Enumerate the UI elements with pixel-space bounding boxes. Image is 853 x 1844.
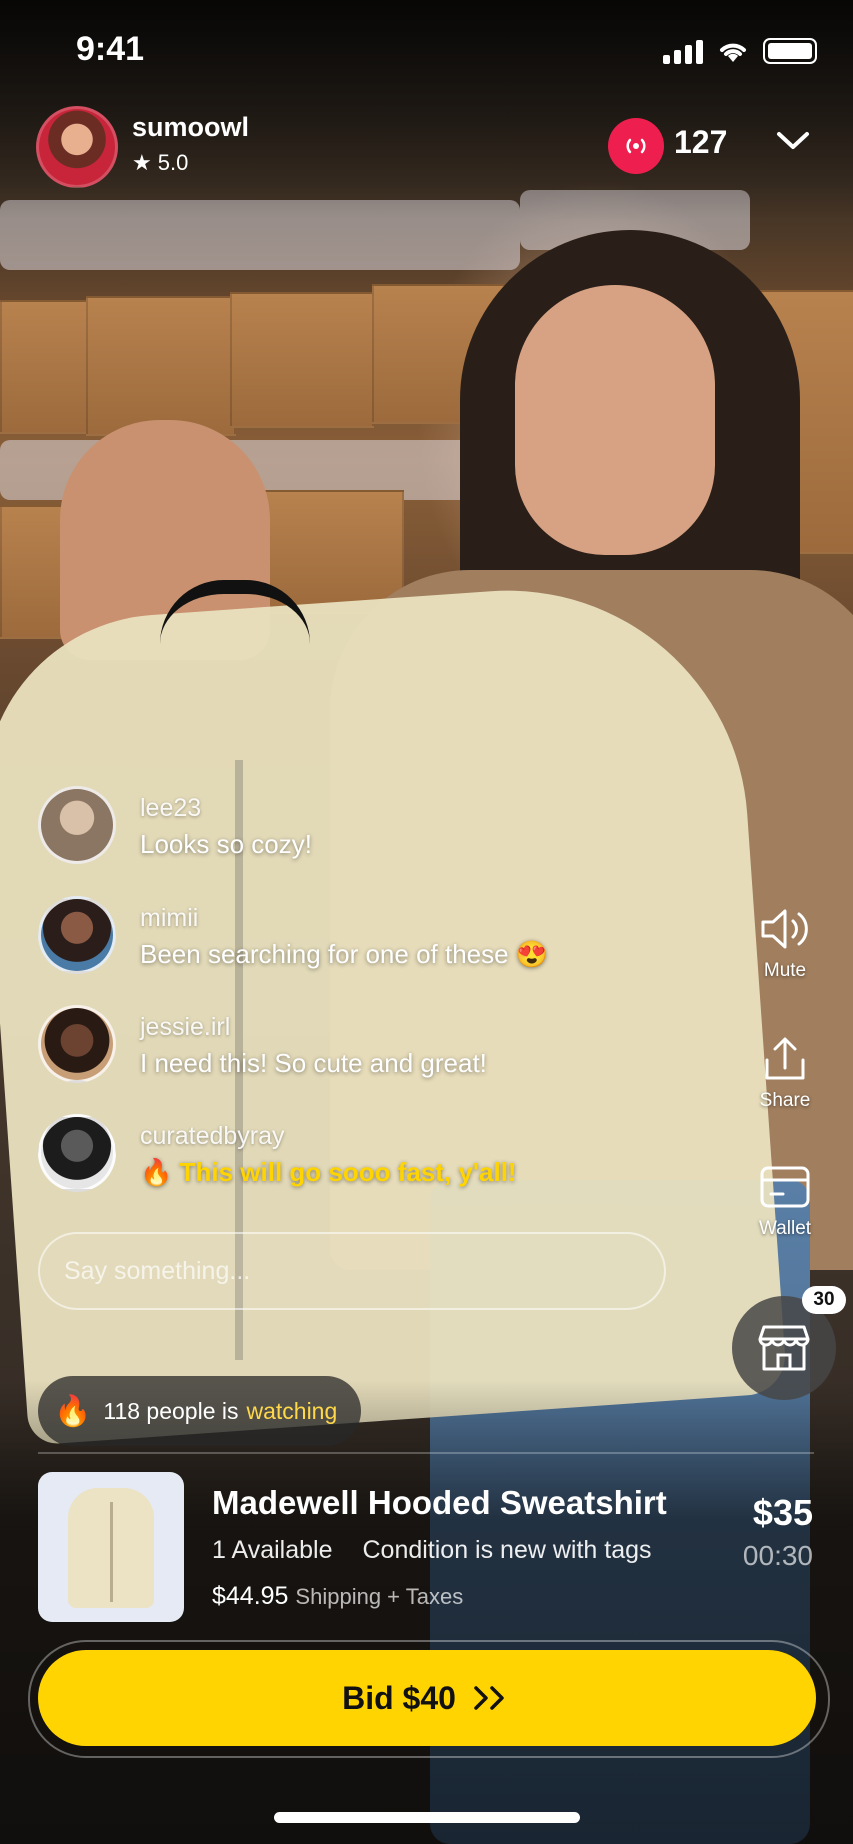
shipping-price: $44.95	[212, 1582, 289, 1610]
divider	[38, 1452, 814, 1454]
host-rating: ★ 5.0	[132, 150, 188, 176]
status-time: 9:41	[76, 30, 145, 68]
current-price: $35	[752, 1492, 813, 1533]
chat-username[interactable]: mimii	[140, 904, 548, 933]
product-image[interactable]	[38, 1472, 184, 1622]
watching-badge: 🔥 118 people is watching	[38, 1376, 362, 1446]
chat-input[interactable]	[38, 1232, 666, 1310]
chat-text: Been searching for one of these 😍	[140, 939, 549, 969]
store-icon	[758, 1325, 810, 1371]
watching-accent: watching	[246, 1397, 338, 1424]
auction-timer: 00:30	[742, 1540, 813, 1571]
host-name[interactable]: sumoowl	[132, 112, 249, 143]
viewer-count: 127	[674, 124, 728, 160]
chat-avatar[interactable]	[38, 1114, 116, 1192]
chat-message: jessie.irl I need this! So cute and grea…	[38, 1005, 598, 1083]
host-avatar[interactable]	[36, 106, 118, 188]
mute-label: Mute	[763, 960, 807, 981]
chat-avatar[interactable]	[38, 896, 116, 974]
product-condition: Condition is new with tags	[362, 1536, 652, 1564]
mute-button[interactable]: Mute	[730, 904, 840, 982]
host-rating-value: 5.0	[157, 150, 189, 175]
chat-avatar[interactable]	[38, 786, 116, 864]
share-icon	[765, 1037, 805, 1080]
chat-text: Looks so cozy!	[140, 829, 312, 859]
chat-username[interactable]: jessie.irl	[140, 1013, 487, 1042]
shipping-label: Shipping + Taxes	[295, 1584, 464, 1609]
wallet-button[interactable]: Wallet	[730, 1162, 840, 1240]
wallet-label: Wallet	[758, 1218, 812, 1239]
share-label: Share	[759, 1090, 811, 1111]
bid-label: Bid $40	[342, 1679, 456, 1716]
chat-username[interactable]: lee23	[140, 794, 312, 823]
live-stream-screen: 9:41 sumoowl ★ 5.0 127 lee23 Looks so co…	[0, 0, 853, 1844]
live-broadcast-icon	[608, 118, 664, 174]
chat-message: lee23 Looks so cozy!	[38, 786, 598, 864]
product-meta: 1 Available Condition is new with tags	[212, 1536, 652, 1565]
wifi-icon	[720, 43, 746, 62]
speaker-icon	[761, 909, 808, 949]
chat-message: mimii Been searching for one of these 😍	[38, 896, 598, 974]
bid-button[interactable]: Bid $40	[38, 1650, 816, 1746]
double-chevron-right-icon	[474, 1686, 504, 1710]
chat-text: I need this! So cute and great!	[140, 1048, 487, 1078]
watching-prefix: 118 people is	[103, 1397, 239, 1424]
chat-avatar[interactable]	[38, 1005, 116, 1083]
chat-text-highlight: 🔥 This will go sooo fast, y'all!	[140, 1157, 517, 1187]
battery-icon	[763, 38, 817, 64]
product-shipping: $44.95 Shipping + Taxes	[212, 1582, 463, 1611]
wallet-icon	[760, 1166, 810, 1208]
share-button[interactable]: Share	[730, 1034, 840, 1112]
product-availability: 1 Available	[212, 1536, 333, 1564]
fire-icon: 🔥	[54, 1394, 92, 1428]
home-indicator[interactable]	[274, 1812, 580, 1823]
chat-username[interactable]: curatedbyray	[140, 1122, 517, 1151]
chat-message: curatedbyray 🔥 This will go sooo fast, y…	[38, 1114, 598, 1192]
signal-icon	[663, 40, 703, 64]
star-icon: ★	[132, 150, 152, 175]
store-count-badge: 30	[802, 1286, 846, 1314]
chevron-down-icon[interactable]	[776, 122, 810, 161]
status-icons	[663, 38, 817, 64]
product-title[interactable]: Madewell Hooded Sweatshirt	[212, 1484, 667, 1522]
